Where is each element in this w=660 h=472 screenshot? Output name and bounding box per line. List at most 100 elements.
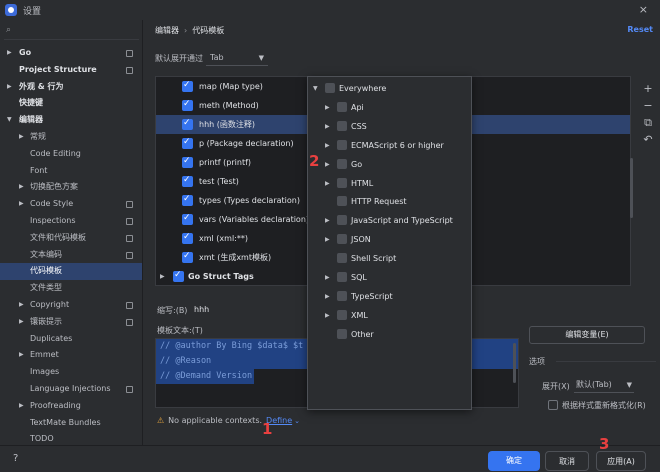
sidebar-item[interactable]: ▶ 镶嵌提示 bbox=[0, 314, 142, 331]
context-item[interactable]: ▶ Api bbox=[308, 98, 473, 117]
chevron-right-icon[interactable]: ▶ bbox=[19, 179, 24, 196]
context-checkbox[interactable] bbox=[337, 120, 347, 131]
template-list-scrollbar[interactable] bbox=[630, 158, 633, 218]
sidebar-item[interactable]: ▶ Emmet bbox=[0, 347, 142, 364]
add-icon[interactable]: + bbox=[642, 82, 654, 99]
apply-button[interactable]: 应用(A) bbox=[596, 451, 646, 471]
abbreviation-input[interactable]: hhh bbox=[194, 305, 209, 314]
context-checkbox[interactable] bbox=[337, 328, 347, 339]
template-checkbox[interactable] bbox=[182, 133, 193, 152]
template-checkbox[interactable] bbox=[182, 114, 193, 133]
sidebar-item[interactable]: ▶ Go bbox=[0, 45, 142, 62]
undo-icon[interactable]: ↶ bbox=[642, 133, 654, 150]
chevron-right-icon[interactable]: ▶ bbox=[325, 155, 330, 174]
settings-search-input[interactable]: ⌕ bbox=[4, 24, 139, 40]
context-item[interactable]: ▶ HTML bbox=[308, 174, 473, 193]
context-checkbox[interactable] bbox=[325, 83, 335, 93]
sidebar-item[interactable]: ▼ 编辑器 bbox=[0, 112, 142, 129]
ok-button[interactable]: 确定 bbox=[488, 451, 540, 471]
sidebar-item[interactable]: TextMate Bundles bbox=[0, 415, 142, 432]
context-checkbox[interactable] bbox=[337, 253, 347, 264]
context-item[interactable]: ▶ XML bbox=[308, 306, 473, 325]
sidebar-item[interactable]: ▶ Code Style bbox=[0, 196, 142, 213]
context-checkbox[interactable] bbox=[337, 272, 347, 282]
template-checkbox[interactable] bbox=[182, 171, 193, 190]
sidebar-item[interactable]: 快捷键 bbox=[0, 95, 142, 112]
template-checkbox[interactable] bbox=[182, 190, 193, 209]
context-checkbox[interactable] bbox=[337, 196, 347, 207]
chevron-right-icon[interactable]: ▶ bbox=[19, 297, 24, 314]
chevron-right-icon[interactable]: ▶ bbox=[160, 267, 165, 285]
context-item[interactable]: ▶ JavaScript and TypeScript bbox=[308, 211, 473, 230]
editor-scrollbar[interactable] bbox=[513, 343, 516, 383]
sidebar-item[interactable]: ▶ Proofreading bbox=[0, 398, 142, 415]
context-item[interactable]: ▶ SQL bbox=[308, 268, 473, 287]
context-checkbox[interactable] bbox=[337, 215, 347, 226]
cancel-button[interactable]: 取消 bbox=[545, 451, 589, 471]
sidebar-item[interactable]: ▶ 切换配色方案 bbox=[0, 179, 142, 196]
sidebar-item[interactable]: Duplicates bbox=[0, 331, 142, 348]
chevron-right-icon[interactable]: ▶ bbox=[325, 136, 330, 155]
chevron-right-icon[interactable]: ▶ bbox=[325, 98, 330, 117]
sidebar-item[interactable]: 代码模板 bbox=[0, 263, 142, 281]
context-item[interactable]: ▶ Go bbox=[308, 155, 473, 174]
chevron-right-icon[interactable]: ▶ bbox=[325, 230, 330, 249]
context-checkbox[interactable] bbox=[337, 234, 347, 245]
chevron-right-icon[interactable]: ▶ bbox=[19, 314, 24, 331]
option-expand-select[interactable]: 默认(Tab) ▼ bbox=[574, 377, 634, 393]
context-item[interactable]: ▼ Everywhere bbox=[308, 79, 473, 98]
template-checkbox[interactable] bbox=[182, 247, 193, 266]
sidebar-item[interactable]: 文件类型 bbox=[0, 280, 142, 297]
sidebar-item[interactable]: Language Injections bbox=[0, 381, 142, 398]
context-item[interactable]: ▶ JSON bbox=[308, 230, 473, 249]
chevron-down-icon[interactable]: ▼ bbox=[7, 112, 12, 129]
breadcrumb-parent[interactable]: 编辑器 bbox=[155, 26, 179, 35]
context-checkbox[interactable] bbox=[337, 177, 347, 188]
template-checkbox[interactable] bbox=[182, 228, 193, 247]
template-checkbox[interactable] bbox=[182, 77, 193, 95]
chevron-right-icon[interactable]: ▶ bbox=[325, 287, 330, 306]
chevron-right-icon[interactable]: ▶ bbox=[325, 174, 330, 193]
chevron-right-icon[interactable]: ▶ bbox=[325, 211, 330, 230]
context-item[interactable]: Other bbox=[308, 325, 473, 344]
edit-variables-button[interactable]: 编辑变量(E) bbox=[529, 326, 645, 344]
context-checkbox[interactable] bbox=[337, 158, 347, 169]
sidebar-item[interactable]: TODO bbox=[0, 431, 142, 445]
sidebar-item[interactable]: Inspections bbox=[0, 213, 142, 230]
context-item[interactable]: HTTP Request bbox=[308, 192, 473, 211]
template-checkbox[interactable] bbox=[182, 152, 193, 171]
chevron-right-icon[interactable]: ▶ bbox=[19, 196, 24, 213]
sidebar-item[interactable]: Font bbox=[0, 163, 142, 180]
sidebar-item[interactable]: 文件和代码模板 bbox=[0, 230, 142, 247]
context-checkbox[interactable] bbox=[337, 101, 347, 112]
context-item[interactable]: ▶ CSS bbox=[308, 117, 473, 136]
sidebar-item[interactable]: ▶ 常规 bbox=[0, 129, 142, 146]
context-item[interactable]: ▶ ECMAScript 6 or higher bbox=[308, 136, 473, 155]
chevron-right-icon[interactable]: ▶ bbox=[325, 306, 330, 325]
copy-icon[interactable]: ⧉ bbox=[642, 116, 654, 133]
sidebar-item[interactable]: Images bbox=[0, 364, 142, 381]
chevron-right-icon[interactable]: ▶ bbox=[19, 398, 24, 415]
chevron-right-icon[interactable]: ▶ bbox=[19, 347, 24, 364]
chevron-right-icon[interactable]: ▶ bbox=[325, 268, 330, 287]
context-item[interactable]: ▶ TypeScript bbox=[308, 287, 473, 306]
context-checkbox[interactable] bbox=[337, 139, 347, 150]
close-icon[interactable]: × bbox=[639, 3, 648, 16]
expand-with-select[interactable]: Tab ▼ bbox=[206, 50, 268, 66]
chevron-right-icon[interactable]: ▶ bbox=[19, 129, 24, 146]
chevron-down-icon[interactable]: ▼ bbox=[313, 79, 318, 98]
template-checkbox[interactable] bbox=[182, 95, 193, 114]
sidebar-item[interactable]: Project Structure bbox=[0, 62, 142, 79]
chevron-right-icon[interactable]: ▶ bbox=[7, 45, 12, 62]
chevron-right-icon[interactable]: ▶ bbox=[325, 117, 330, 136]
sidebar-item[interactable]: ▶ Copyright bbox=[0, 297, 142, 314]
context-checkbox[interactable] bbox=[337, 290, 347, 301]
group-checkbox[interactable] bbox=[173, 266, 184, 285]
reformat-checkbox[interactable] bbox=[548, 400, 558, 410]
reset-link[interactable]: Reset bbox=[627, 25, 653, 34]
sidebar-item[interactable]: 文本编码 bbox=[0, 247, 142, 264]
chevron-down-icon[interactable]: ⌄ bbox=[294, 417, 300, 425]
context-checkbox[interactable] bbox=[337, 309, 347, 320]
template-checkbox[interactable] bbox=[182, 209, 193, 228]
remove-icon[interactable]: − bbox=[642, 99, 654, 116]
